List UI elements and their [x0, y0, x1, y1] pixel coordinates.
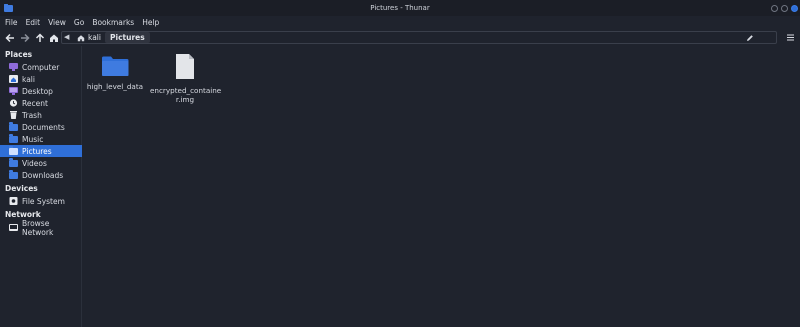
sidebar-item-recent[interactable]: Recent — [0, 97, 82, 109]
menu-file[interactable]: File — [5, 18, 18, 27]
folder-icon — [9, 170, 18, 179]
sidebar-item-label: Pictures — [22, 146, 52, 156]
back-button[interactable] — [4, 32, 15, 43]
menu-edit[interactable]: Edit — [26, 18, 41, 27]
sidebar-item-label: Computer — [22, 62, 60, 72]
up-button[interactable] — [34, 32, 45, 43]
title-bar: Pictures - Thunar — [0, 0, 800, 16]
sidebar-item-file-system[interactable]: File System — [0, 195, 82, 207]
menu-view[interactable]: View — [48, 18, 66, 27]
sidebar-item-label: Documents — [22, 122, 65, 132]
network-icon — [9, 224, 18, 232]
sidebar-item-label: Videos — [22, 158, 47, 168]
sidebar-item-label: Recent — [22, 98, 48, 108]
menu-bar: File Edit View Go Bookmarks Help — [0, 16, 800, 29]
forward-arrow-icon — [20, 33, 30, 42]
file-item[interactable]: encrypted_containe r.img — [150, 53, 222, 104]
hamburger-menu-icon[interactable] — [786, 33, 795, 42]
maximize-button[interactable] — [781, 5, 788, 12]
menu-bookmarks[interactable]: Bookmarks — [92, 18, 134, 27]
window-title: Pictures - Thunar — [370, 4, 430, 12]
sidebar-item-computer[interactable]: Computer — [0, 61, 82, 73]
folder-icon — [9, 134, 18, 143]
places-title: Places — [5, 50, 33, 59]
crumb-current[interactable]: Pictures — [105, 32, 150, 43]
sidebar-item-desktop[interactable]: Desktop — [0, 85, 82, 97]
sidebar-item-videos[interactable]: Videos — [0, 157, 82, 169]
devices-title: Devices — [5, 184, 38, 193]
home-button[interactable] — [48, 32, 59, 43]
drive-icon — [9, 197, 18, 205]
path-bar: ◀ kali Pictures — [61, 31, 777, 44]
sidebar-item-label: Browse Network — [22, 219, 54, 237]
folder-icon — [102, 56, 129, 76]
crumb-home[interactable]: kali — [75, 32, 101, 43]
sidebar-item-label: Music — [22, 134, 44, 144]
folder-icon — [9, 146, 18, 155]
file-name: high_level_data — [86, 82, 144, 91]
sidebar-item-label: Trash — [22, 110, 42, 120]
up-arrow-icon — [35, 32, 44, 42]
back-arrow-icon — [4, 33, 14, 42]
close-button[interactable] — [791, 5, 798, 12]
file-name-line1: encrypted_containe — [150, 86, 222, 95]
folder-icon — [9, 122, 18, 131]
network-title: Network — [5, 210, 41, 219]
desktop-icon — [9, 87, 18, 95]
minimize-button[interactable] — [771, 5, 778, 12]
file-view: high_level_data encrypted_containe r.img — [83, 46, 800, 327]
recent-icon — [9, 99, 18, 107]
toolbar: ◀ kali Pictures — [0, 29, 800, 46]
sidebar-item-browse-network[interactable]: Browse Network — [0, 219, 82, 237]
sidebar-item-downloads[interactable]: Downloads — [0, 169, 82, 181]
sidebar-item-trash[interactable]: Trash — [0, 109, 82, 121]
crumb-home-label: kali — [88, 33, 101, 42]
folder-item[interactable]: high_level_data — [80, 56, 150, 91]
sidebar-item-label: File System — [22, 196, 65, 206]
sidebar-item-kali[interactable]: kali — [0, 73, 82, 85]
pencil-icon[interactable] — [746, 34, 754, 42]
sidebar-item-music[interactable]: Music — [0, 133, 82, 145]
computer-icon — [9, 63, 18, 71]
trash-icon — [9, 111, 18, 119]
menu-go[interactable]: Go — [74, 18, 84, 27]
file-name-line2: r.img — [175, 95, 195, 104]
sidebar-item-pictures[interactable]: Pictures — [0, 145, 82, 157]
menu-help[interactable]: Help — [142, 18, 159, 27]
home-icon — [49, 34, 58, 42]
sidebar: Places Computer kali Desktop Recent Tras… — [0, 46, 82, 327]
sidebar-item-label: Downloads — [22, 170, 64, 180]
folder-icon — [9, 158, 18, 167]
sidebar-item-label: Desktop — [22, 86, 53, 96]
forward-button[interactable] — [19, 32, 30, 43]
home-icon — [77, 34, 85, 41]
sidebar-item-documents[interactable]: Documents — [0, 121, 82, 133]
home-folder-icon — [9, 75, 18, 83]
document-icon — [176, 54, 194, 79]
path-left-arrow-icon[interactable]: ◀ — [64, 33, 69, 41]
sidebar-item-label: kali — [22, 74, 35, 84]
